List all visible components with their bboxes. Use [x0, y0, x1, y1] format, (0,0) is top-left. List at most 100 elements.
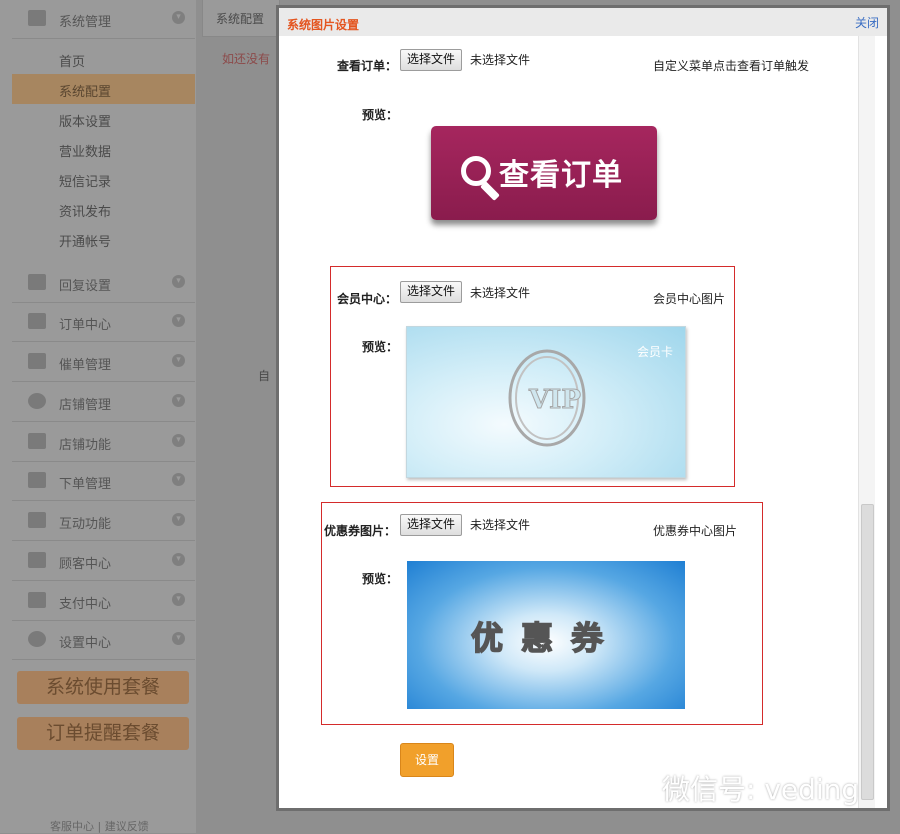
chevron-down-icon: ▾: [172, 473, 185, 486]
chevron-down-icon: ▾: [172, 513, 185, 526]
sidebar-section-store[interactable]: 店铺管理 ▾: [12, 383, 195, 422]
plus-icon: [28, 512, 46, 528]
chevron-down-icon: ▾: [172, 593, 185, 606]
sidebar-section-label: 互动功能: [59, 517, 112, 532]
mail-icon: [28, 274, 46, 290]
sidebar-section-label: 回复设置: [59, 279, 112, 294]
tab-system-config[interactable]: 系统配置: [202, 0, 280, 37]
dialog-title: 系统图片设置: [287, 18, 360, 32]
member-preview-label: 预览：: [362, 340, 399, 354]
sidebar-section-label: 催单管理: [59, 358, 112, 373]
tab-label: 系统配置: [216, 12, 265, 26]
printer-icon: [28, 353, 46, 369]
inbox-icon: [28, 552, 46, 568]
sidebar-section-reply[interactable]: 回复设置 ▾: [12, 264, 195, 303]
order-preview-label: 预览：: [362, 108, 399, 122]
sidebar-section-store-function[interactable]: 店铺功能 ▾: [12, 423, 195, 462]
chevron-down-icon: ▾: [172, 11, 185, 24]
sidebar-section-customers[interactable]: 顾客中心 ▾: [12, 542, 195, 581]
scrollbar-thumb[interactable]: [861, 504, 874, 800]
sidebar-item-label: 系统配置: [59, 85, 112, 100]
sidebar-section-interaction[interactable]: 互动功能 ▾: [12, 502, 195, 541]
sidebar-section-orders[interactable]: 订单中心 ▾: [12, 303, 195, 342]
coupon-preview-label: 预览：: [362, 572, 399, 586]
member-file-status: 未选择文件: [470, 286, 531, 300]
member-choose-file-button[interactable]: 选择文件: [400, 281, 463, 303]
dialog-scrollbar[interactable]: [858, 36, 875, 808]
plus-icon: [28, 433, 46, 449]
sidebar-section-label: 设置中心: [59, 636, 112, 651]
sidebar-item-business-data[interactable]: 营业数据: [12, 134, 195, 164]
member-card-preview-image: VIP 会员卡: [406, 326, 686, 478]
hint-text: 如还没有: [222, 52, 271, 66]
sidebar-item-label: 开通帐号: [59, 235, 112, 250]
chevron-down-icon: ▾: [172, 632, 185, 645]
coupon-image-text: 优惠券: [470, 618, 621, 658]
sidebar-section-payment[interactable]: 支付中心 ▾: [12, 582, 195, 621]
sidebar-item-label: 短信记录: [59, 175, 112, 190]
sidebar-section-label: 订单中心: [59, 318, 112, 333]
sidebar-section-label: 下单管理: [59, 477, 112, 492]
coupon-hint: 优惠券中心图片: [653, 524, 738, 538]
order-image-text: 查看订单: [499, 158, 623, 193]
member-hint: 会员中心图片: [653, 292, 726, 306]
chevron-down-icon: ▾: [172, 394, 185, 407]
sidebar-section-label: 系统管理: [59, 15, 112, 30]
chevron-down-icon: ▾: [172, 354, 185, 367]
order-label: 查看订单：: [337, 59, 398, 73]
sidebar-item-version[interactable]: 版本设置: [12, 104, 195, 134]
sidebar-section-settings[interactable]: 设置中心 ▾: [12, 621, 195, 660]
coupon-file-status: 未选择文件: [470, 518, 531, 532]
sidebar-item-sms-log[interactable]: 短信记录: [12, 164, 195, 194]
search-icon-handle: [480, 181, 500, 201]
sidebar-item-label: 营业数据: [59, 145, 112, 160]
sidebar-section-label: 支付中心: [59, 597, 112, 612]
sidebar-item-news[interactable]: 资讯发布: [12, 194, 195, 224]
order-preview-image: 查看订单: [431, 126, 657, 220]
order-file-status: 未选择文件: [470, 53, 531, 67]
plus-icon: [28, 472, 46, 488]
chevron-down-icon: ▾: [172, 275, 185, 288]
coupon-label: 优惠券图片：: [324, 524, 397, 538]
sidebar-section-ordering[interactable]: 下单管理 ▾: [12, 462, 195, 501]
chevron-down-icon: ▾: [172, 314, 185, 327]
sidebar-item-home[interactable]: 首页: [12, 44, 195, 74]
sidebar-footer-links[interactable]: 客服中心 | 建议反馈: [50, 818, 149, 834]
watermark-text: 微信号: veding: [662, 773, 860, 806]
wechat-watermark: 微信号: veding: [612, 768, 882, 808]
submit-button[interactable]: 设置: [400, 743, 454, 777]
sidebar-item-label: 首页: [59, 55, 86, 70]
background-label: 自: [258, 369, 271, 383]
printer-icon: [28, 313, 46, 329]
order-reminder-package-button[interactable]: 订单提醒套餐: [17, 717, 189, 750]
sidebar-section-label: 店铺功能: [59, 438, 112, 453]
sidebar-section-label: 顾客中心: [59, 557, 112, 572]
gear-icon: [28, 631, 46, 647]
member-label: 会员中心：: [337, 292, 398, 306]
chevron-down-icon: ▾: [172, 434, 185, 447]
sidebar-item-label: 版本设置: [59, 115, 112, 130]
sidebar-item-system-config[interactable]: 系统配置: [12, 74, 195, 104]
grid-icon: [28, 10, 46, 26]
sidebar-section-label: 店铺管理: [59, 398, 112, 413]
sidebar-item-label: 资讯发布: [59, 205, 112, 220]
coupon-preview-image: 优惠券: [407, 561, 685, 709]
sidebar-section-reminder[interactable]: 催单管理 ▾: [12, 343, 195, 382]
close-link[interactable]: 关闭: [855, 14, 879, 31]
sidebar-item-open-account[interactable]: 开通帐号: [12, 224, 195, 254]
wechat-icon: [613, 774, 651, 802]
order-hint: 自定义菜单点击查看订单触发: [653, 59, 810, 73]
dialog-titlebar: 系统图片设置 关闭: [279, 8, 887, 36]
image-settings-dialog: 系统图片设置 关闭 查看订单： 选择文件 未选择文件 自定义菜单点击查看订单触发…: [276, 5, 890, 811]
chevron-down-icon: ▾: [172, 553, 185, 566]
sidebar: 系统管理 ▾ 首页 系统配置 版本设置 营业数据 短信记录 资讯发布 开通帐号 …: [0, 0, 196, 833]
inbox-icon: [28, 592, 46, 608]
dialog-body: 查看订单： 选择文件 未选择文件 自定义菜单点击查看订单触发 预览： 查看订单 …: [279, 36, 887, 808]
coupon-choose-file-button[interactable]: 选择文件: [400, 514, 463, 536]
vip-text: VIP: [529, 385, 582, 416]
order-choose-file-button[interactable]: 选择文件: [400, 49, 463, 71]
sidebar-section-system-management[interactable]: 系统管理 ▾: [12, 0, 195, 39]
system-package-button[interactable]: 系统使用套餐: [17, 671, 189, 704]
member-card-label: 会员卡: [636, 345, 673, 359]
pie-icon: [28, 393, 46, 409]
